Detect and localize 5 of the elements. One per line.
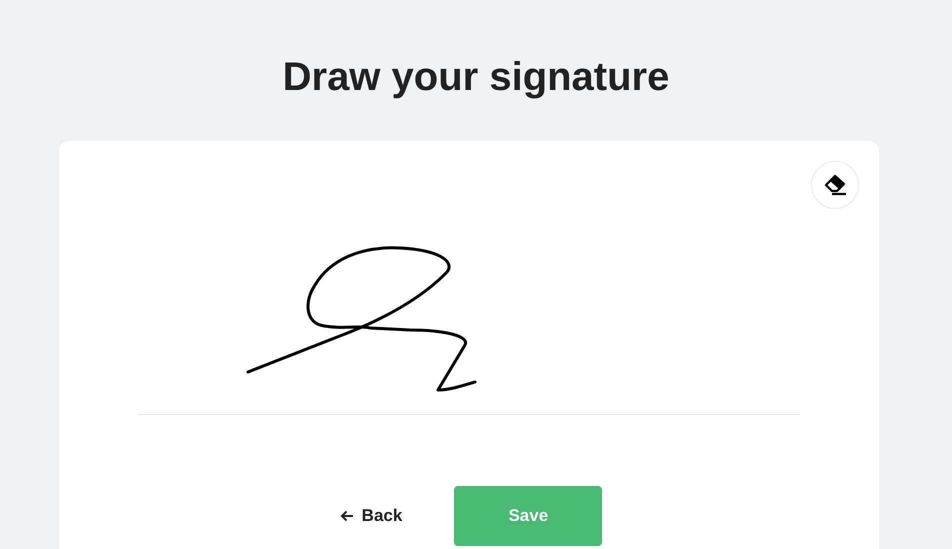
page-title: Draw your signature: [282, 54, 670, 101]
arrow-left-icon: [340, 510, 354, 522]
eraser-icon: [823, 174, 847, 196]
eraser-button[interactable]: [811, 161, 859, 209]
back-button[interactable]: Back: [340, 502, 402, 530]
